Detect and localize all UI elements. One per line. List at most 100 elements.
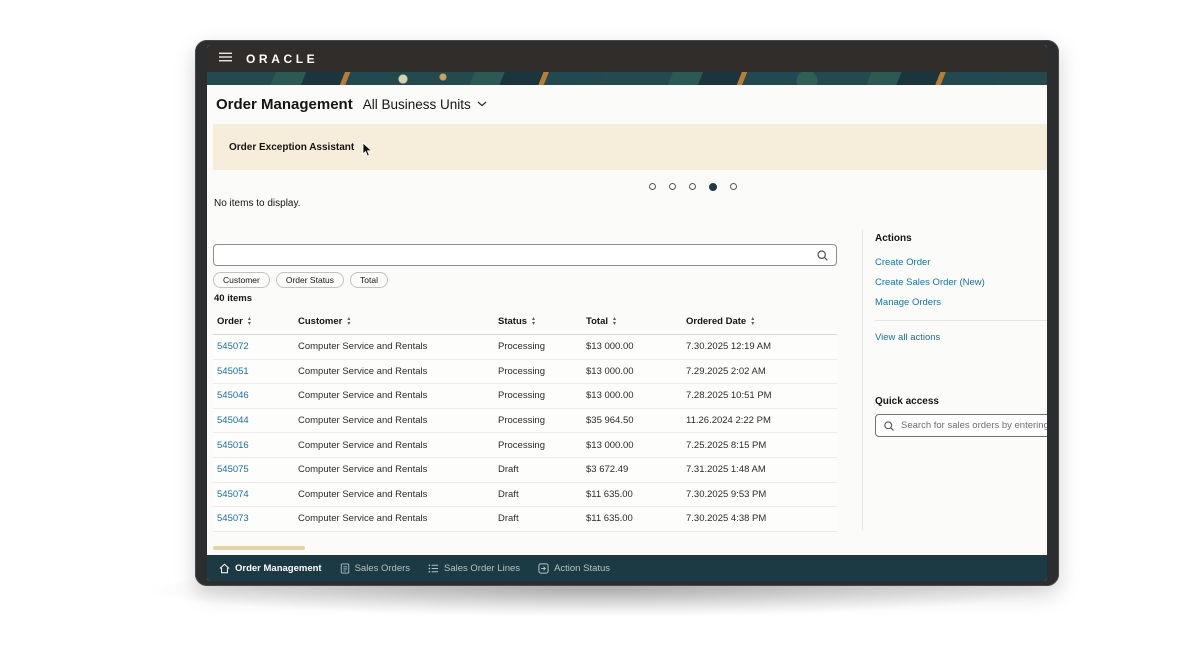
quick-access-title: Quick access bbox=[875, 396, 939, 407]
hamburger-menu-button[interactable] bbox=[219, 52, 232, 65]
table-header-row: Order▴▾ Customer▴▾ Status▴▾ Total▴▾ Orde… bbox=[213, 309, 837, 335]
customer-cell: Computer Service and Rentals bbox=[298, 341, 498, 352]
manage-orders-link[interactable]: Manage Orders bbox=[875, 297, 941, 308]
carousel-dots bbox=[649, 182, 737, 191]
date-cell: 7.30.2025 12:19 AM bbox=[686, 341, 833, 352]
view-all-actions-link[interactable]: View all actions bbox=[875, 332, 940, 343]
nav-item-sales-orders[interactable]: Sales Orders bbox=[340, 563, 410, 574]
search-icon[interactable] bbox=[816, 249, 829, 262]
carousel-dot-3[interactable] bbox=[689, 183, 696, 190]
column-label: Order bbox=[217, 316, 243, 327]
quick-access-search-input[interactable] bbox=[901, 420, 1047, 431]
total-cell: $3 672.49 bbox=[586, 464, 686, 475]
device-frame: ORACLE Order Management All Business Uni… bbox=[195, 40, 1059, 586]
actions-separator bbox=[875, 320, 1047, 321]
top-bar: ORACLE bbox=[207, 45, 1047, 72]
sort-icon: ▴▾ bbox=[532, 317, 535, 327]
status-cell: Processing bbox=[498, 341, 586, 352]
total-cell: $13 000.00 bbox=[586, 341, 686, 352]
order-link[interactable]: 545016 bbox=[217, 440, 249, 451]
nav-item-order-management[interactable]: Order Management bbox=[219, 563, 322, 574]
order-link[interactable]: 545073 bbox=[217, 513, 249, 524]
table-row[interactable]: 545051 Computer Service and Rentals Proc… bbox=[213, 360, 837, 385]
nav-item-sales-order-lines[interactable]: Sales Order Lines bbox=[428, 563, 520, 574]
nav-item-action-status[interactable]: Action Status bbox=[538, 563, 610, 574]
status-cell: Draft bbox=[498, 464, 586, 475]
chevron-down-icon bbox=[477, 101, 487, 107]
date-cell: 7.25.2025 8:15 PM bbox=[686, 440, 833, 451]
quick-access-search-box bbox=[875, 414, 1047, 437]
order-link[interactable]: 545046 bbox=[217, 390, 249, 401]
sort-icon: ▴▾ bbox=[347, 317, 350, 327]
table-row[interactable]: 545046 Computer Service and Rentals Proc… bbox=[213, 384, 837, 409]
sales-orders-icon bbox=[340, 563, 350, 574]
table-row[interactable]: 545073 Computer Service and Rentals Draf… bbox=[213, 507, 837, 532]
total-cell: $11 635.00 bbox=[586, 489, 686, 500]
table-row[interactable]: 545074 Computer Service and Rentals Draf… bbox=[213, 483, 837, 508]
home-icon bbox=[219, 563, 230, 574]
orders-table: Order▴▾ Customer▴▾ Status▴▾ Total▴▾ Orde… bbox=[213, 309, 837, 532]
sales-order-lines-icon bbox=[428, 563, 439, 574]
nav-label: Sales Order Lines bbox=[444, 563, 520, 574]
date-cell: 7.31.2025 1:48 AM bbox=[686, 464, 833, 475]
order-link[interactable]: 545044 bbox=[217, 415, 249, 426]
page-title: Order Management bbox=[216, 96, 353, 113]
banner-artwork bbox=[207, 72, 1047, 85]
actions-panel: Actions Create Order Create Sales Order … bbox=[875, 233, 1047, 473]
order-link[interactable]: 545074 bbox=[217, 489, 249, 500]
order-link[interactable]: 545051 bbox=[217, 366, 249, 377]
column-label: Customer bbox=[298, 316, 342, 327]
total-cell: $11 635.00 bbox=[586, 513, 686, 524]
business-unit-label: All Business Units bbox=[363, 97, 471, 112]
column-header-ordered-date[interactable]: Ordered Date▴▾ bbox=[686, 316, 833, 327]
customer-cell: Computer Service and Rentals bbox=[298, 489, 498, 500]
business-unit-selector[interactable]: All Business Units bbox=[363, 97, 487, 112]
total-cell: $13 000.00 bbox=[586, 366, 686, 377]
status-cell: Processing bbox=[498, 390, 586, 401]
filter-chips: Customer Order Status Total bbox=[213, 272, 388, 288]
customer-cell: Computer Service and Rentals bbox=[298, 464, 498, 475]
column-header-customer[interactable]: Customer ▴▾ bbox=[298, 316, 498, 327]
items-count: 40 items bbox=[214, 293, 252, 304]
filter-chip-order-status[interactable]: Order Status bbox=[276, 272, 344, 288]
carousel-dot-2[interactable] bbox=[669, 183, 676, 190]
nav-label: Sales Orders bbox=[355, 563, 410, 574]
column-header-total[interactable]: Total▴▾ bbox=[586, 316, 686, 327]
table-row[interactable]: 545016 Computer Service and Rentals Proc… bbox=[213, 433, 837, 458]
customer-cell: Computer Service and Rentals bbox=[298, 366, 498, 377]
customer-cell: Computer Service and Rentals bbox=[298, 513, 498, 524]
column-header-status[interactable]: Status ▴▾ bbox=[498, 316, 586, 327]
nav-label: Action Status bbox=[554, 563, 610, 574]
create-sales-order-new-link[interactable]: Create Sales Order (New) bbox=[875, 277, 985, 288]
carousel-dot-4-active[interactable] bbox=[709, 183, 717, 191]
carousel-dot-5[interactable] bbox=[730, 183, 737, 190]
date-cell: 7.28.2025 10:51 PM bbox=[686, 390, 833, 401]
bottom-navigation: Order Management Sales Orders bbox=[207, 555, 1047, 581]
create-order-link[interactable]: Create Order bbox=[875, 257, 930, 268]
panel-divider bbox=[862, 230, 863, 530]
assistant-banner-title: Order Exception Assistant bbox=[229, 142, 354, 153]
table-row[interactable]: 545044 Computer Service and Rentals Proc… bbox=[213, 409, 837, 434]
filter-chip-customer[interactable]: Customer bbox=[213, 272, 270, 288]
filter-chip-total[interactable]: Total bbox=[350, 272, 388, 288]
column-header-order[interactable]: Order▴▾ bbox=[213, 316, 298, 327]
order-link[interactable]: 545075 bbox=[217, 464, 249, 475]
orders-search-input[interactable] bbox=[214, 245, 836, 265]
order-exception-assistant-card[interactable]: Order Exception Assistant bbox=[213, 124, 1047, 170]
carousel-dot-1[interactable] bbox=[649, 183, 656, 190]
status-cell: Processing bbox=[498, 440, 586, 451]
total-cell: $35 964.50 bbox=[586, 415, 686, 426]
sort-icon: ▴▾ bbox=[613, 317, 616, 327]
table-row[interactable]: 545075 Computer Service and Rentals Draf… bbox=[213, 458, 837, 483]
date-cell: 7.29.2025 2:02 AM bbox=[686, 366, 833, 377]
mouse-cursor-icon bbox=[362, 143, 373, 157]
sort-icon: ▴▾ bbox=[751, 317, 754, 327]
table-row[interactable]: 545072 Computer Service and Rentals Proc… bbox=[213, 335, 837, 360]
actions-title: Actions bbox=[875, 233, 912, 244]
order-link[interactable]: 545072 bbox=[217, 341, 249, 352]
customer-cell: Computer Service and Rentals bbox=[298, 390, 498, 401]
horizontal-scrollbar-thumb[interactable] bbox=[213, 546, 305, 550]
column-label: Status bbox=[498, 316, 527, 327]
date-cell: 7.30.2025 4:38 PM bbox=[686, 513, 833, 524]
page-header: Order Management All Business Units bbox=[207, 85, 1047, 123]
